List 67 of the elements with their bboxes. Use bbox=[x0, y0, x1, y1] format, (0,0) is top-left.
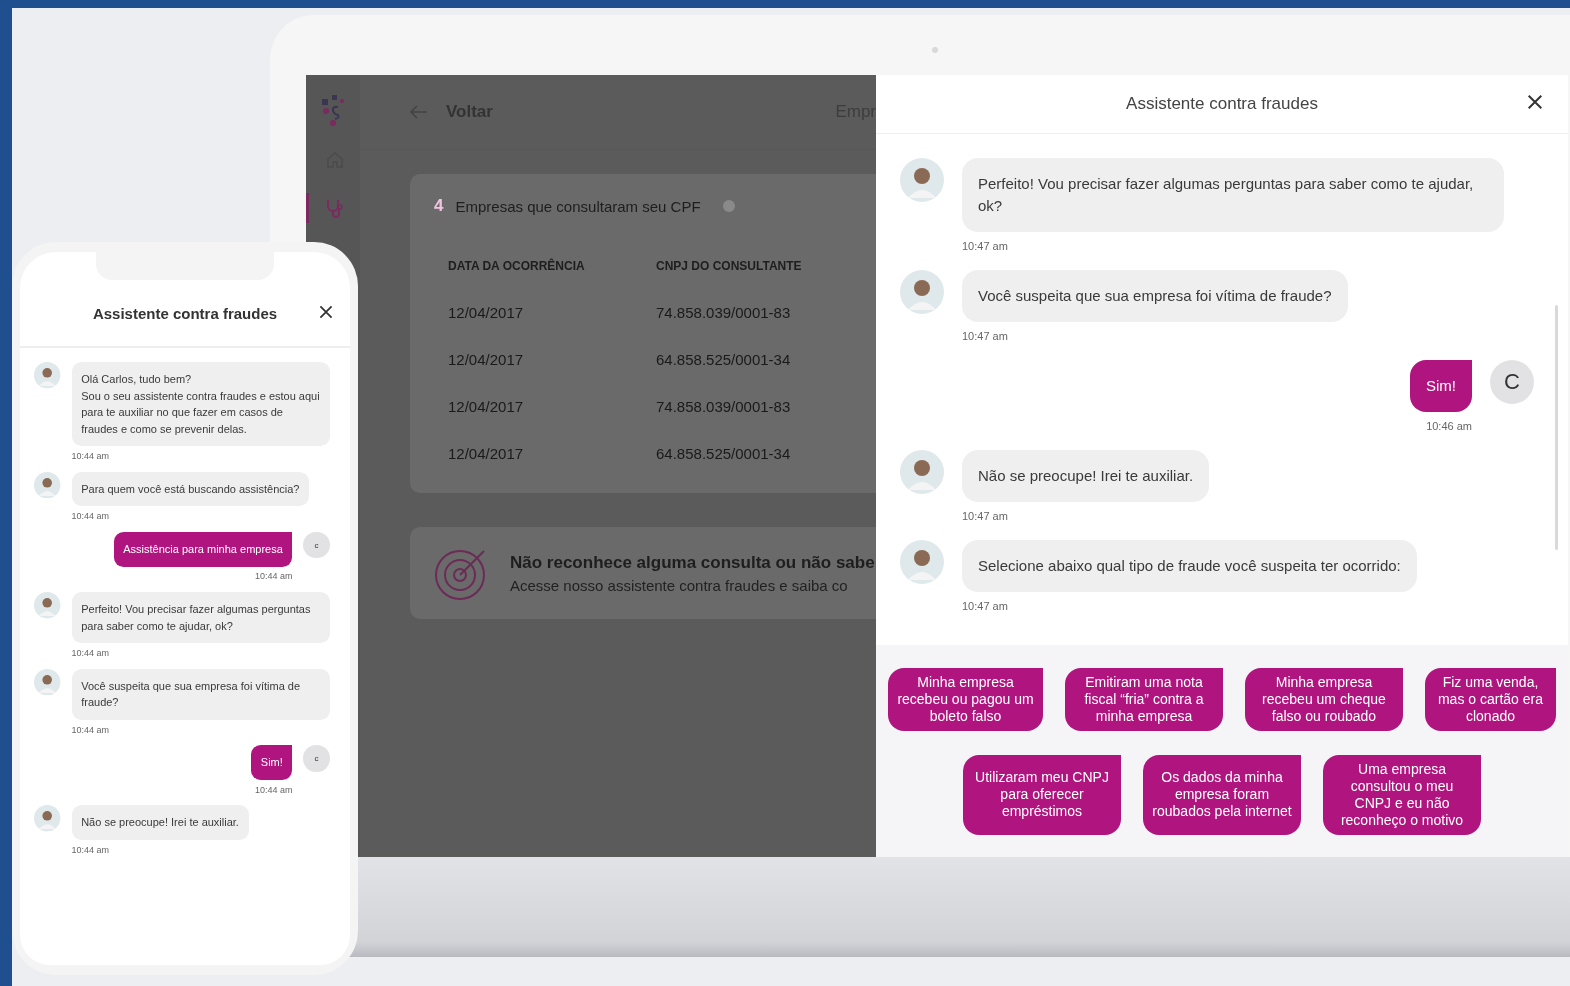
bot-message-bubble: Para quem você está buscando assistência? bbox=[71, 472, 310, 507]
close-icon bbox=[318, 304, 334, 320]
chat-title: Assistente contra fraudes bbox=[92, 304, 278, 322]
table-cell-text: 74.858.039/0001-83 bbox=[656, 304, 792, 321]
message-time: 10:44 am bbox=[71, 511, 110, 522]
table-cell-text: 64.858.525/0001-34 bbox=[656, 351, 792, 368]
message-time: 10:44 am bbox=[71, 844, 110, 855]
user-message-bubble: Assistência para minha empresa bbox=[113, 532, 293, 567]
option-button[interactable]: Os dados da minha empresa foram roubados pela internet bbox=[1143, 754, 1301, 835]
user-message-bubble: Sim! bbox=[251, 745, 293, 780]
message-time: 10:44 am bbox=[71, 724, 110, 735]
avatar-icon bbox=[900, 158, 944, 202]
bot-message-bubble: Você suspeita que sua empresa foi vítima de fraude? bbox=[71, 668, 330, 720]
bot-message-bubble: Perfeito! Vou precisar fazer algumas perguntas para saber como te ajudar, ok? bbox=[962, 158, 1504, 232]
scrollbar[interactable] bbox=[1555, 305, 1558, 550]
banner-subtitle: Acesse nosso assistente contra fraudes e saiba co bbox=[510, 576, 849, 594]
message-time: 10:47 am bbox=[962, 330, 1008, 342]
table-cell-text: 12/04/2017 bbox=[448, 351, 525, 368]
message-time: 10:47 am bbox=[962, 600, 1008, 612]
card-title: Empresas que consultaram seu CPF bbox=[455, 197, 701, 215]
avatar-icon bbox=[34, 472, 61, 499]
table-cell-text: 12/04/2017 bbox=[448, 445, 525, 462]
close-icon bbox=[1526, 93, 1544, 111]
option-button[interactable]: Emitiram uma nota fiscal “fria” contra a minha empresa bbox=[1064, 667, 1223, 731]
message-time: 10:44 am bbox=[254, 571, 293, 582]
avatar-icon bbox=[34, 668, 61, 696]
logo-icon bbox=[320, 93, 346, 127]
user-message-bubble: Sim! bbox=[1410, 360, 1472, 412]
bot-message-bubble: Perfeito! Vou precisar fazer algumas perguntas para saber como te ajudar, ok? bbox=[71, 592, 330, 644]
table-cell-text: 12/04/2017 bbox=[448, 398, 525, 415]
option-button[interactable]: Uma empresa consultou o meu CNPJ e eu não reconheço o motivo bbox=[1323, 754, 1481, 835]
back-arrow-icon bbox=[410, 105, 428, 119]
bot-message-bubble: Não se preocupe! Irei te auxiliar. bbox=[962, 450, 1210, 502]
message-time: 10:44 am bbox=[71, 451, 110, 462]
column-header: CNPJ DO CONSULTANTE bbox=[656, 258, 803, 273]
message-time: 10:47 am bbox=[962, 510, 1008, 522]
option-button[interactable]: Fiz uma venda, mas o cartão era clonado bbox=[1424, 667, 1556, 731]
avatar-icon bbox=[34, 362, 61, 389]
message-time: 10:46 am bbox=[1426, 420, 1472, 432]
table-cell-text: 12/04/2017 bbox=[448, 304, 525, 321]
option-button[interactable]: Minha empresa recebeu ou pagou um boleto falso bbox=[888, 667, 1043, 731]
chat-title: Assistente contra fraudes bbox=[1126, 94, 1318, 114]
query-count: 4 bbox=[434, 196, 444, 216]
camera-dot bbox=[932, 47, 938, 53]
user-avatar: C bbox=[1490, 360, 1534, 404]
user-avatar: c bbox=[303, 532, 330, 559]
option-button[interactable]: Minha empresa recebeu um cheque falso ou roubado bbox=[1244, 667, 1403, 731]
column-header: DATA DA OCORRÊNCIA bbox=[448, 258, 586, 273]
avatar-icon bbox=[34, 592, 61, 619]
avatar-icon bbox=[900, 450, 944, 494]
bot-message-bubble: Você suspeita que sua empresa foi vítima de fraude? bbox=[962, 270, 1348, 322]
info-icon bbox=[722, 200, 735, 212]
user-avatar: c bbox=[303, 745, 330, 772]
message-time: 10:44 am bbox=[254, 784, 293, 795]
bot-message-bubble: Olá Carlos, tudo bem? Sou o seu assistente contra fraudes e estou aqui para te auxiliar no que fazer em casos de fraudes e como se prevenir delas. bbox=[71, 362, 330, 447]
banner-title: Não reconhece alguma consulta ou não sabe bbox=[510, 552, 875, 573]
table-cell-text: 74.858.039/0001-83 bbox=[656, 398, 792, 415]
avatar-icon bbox=[900, 540, 944, 584]
table-cell-text: 64.858.525/0001-34 bbox=[656, 445, 792, 462]
bot-message-bubble: Não se preocupe! Irei te auxiliar. bbox=[71, 805, 249, 840]
message-time: 10:47 am bbox=[962, 240, 1008, 252]
avatar-icon bbox=[34, 805, 61, 832]
close-button[interactable] bbox=[318, 304, 334, 320]
message-time: 10:44 am bbox=[71, 647, 110, 658]
bot-message-bubble: Selecione abaixo qual tipo de fraude você suspeita ter ocorrido: bbox=[962, 540, 1417, 592]
avatar-icon bbox=[900, 270, 944, 314]
option-button[interactable]: Utilizaram meu CNPJ para oferecer empréstimos bbox=[963, 754, 1121, 835]
